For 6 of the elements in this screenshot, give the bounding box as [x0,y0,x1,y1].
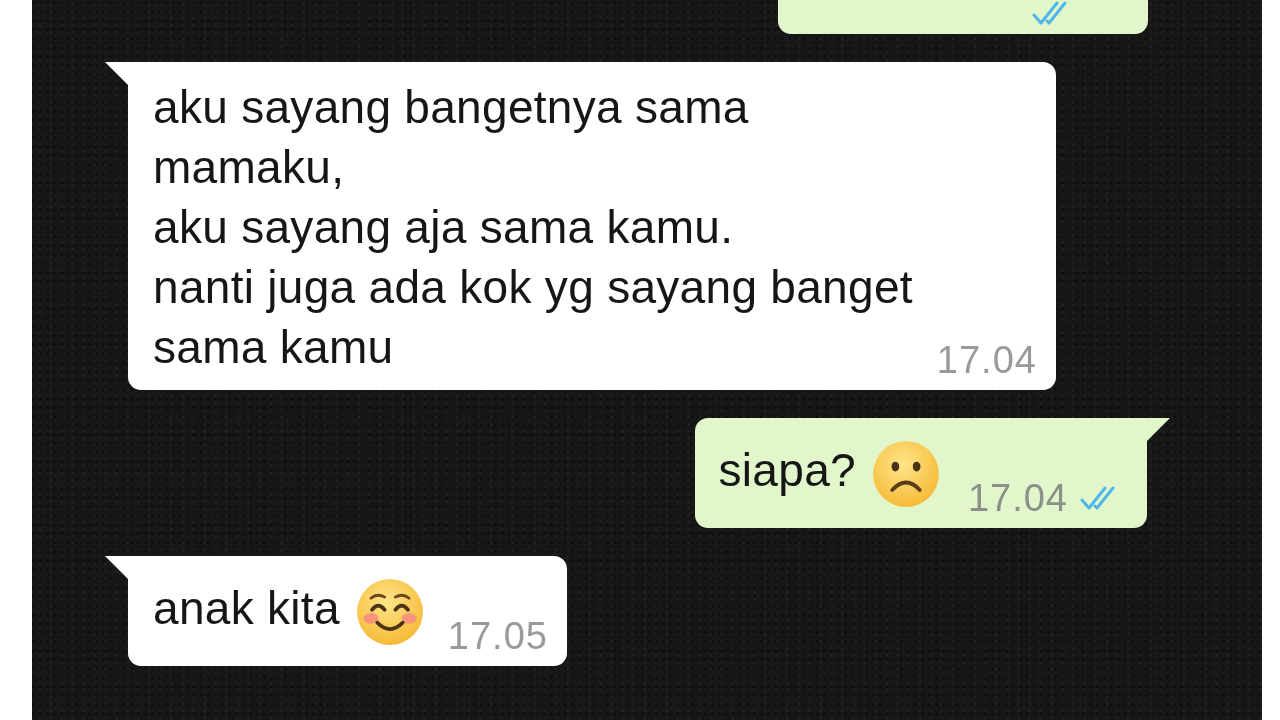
message-time: 17.04 [967,476,1068,520]
message-time: 17.04 [936,338,1037,382]
message-text: anak kita [153,582,340,635]
message-text: siapa? [718,444,856,497]
message-time: 17.05 [447,614,548,658]
message-text: aku sayang bangetnya sama mamaku, aku sayang aja sama kamu. nanti juga ada kok yg sayang banget sama kamu [153,81,913,373]
